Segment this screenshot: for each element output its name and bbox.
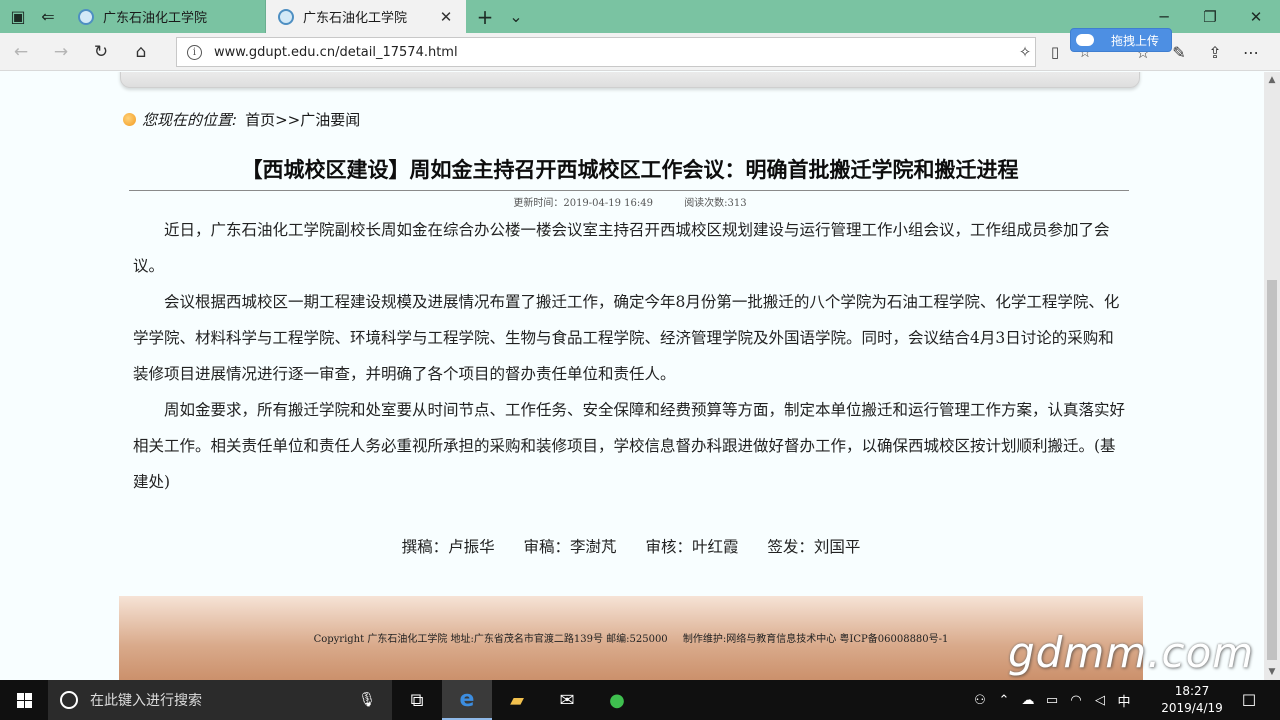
article-body: 近日，广东石油化工学院副校长周如金在综合办公楼一楼会议室主持召开西城校区规划建设… <box>133 212 1129 500</box>
task-view-icon[interactable]: ⧉ <box>392 680 442 720</box>
refresh-icon[interactable]: ↻ <box>86 37 116 67</box>
edge-browser-icon[interactable]: e <box>442 680 492 720</box>
windows-logo-icon <box>16 692 32 708</box>
cloud-upload-icon <box>1071 29 1099 51</box>
footer-maintainer: 制作维护:网络与教育信息技术中心 粤ICP备06008880号-1 <box>682 634 949 645</box>
update-time: 更新时间：2019-04-19 16:49 <box>513 198 653 209</box>
more-menu-icon[interactable]: ⋯ <box>1233 43 1269 62</box>
action-center-icon[interactable]: ☐ <box>1234 680 1264 720</box>
taskbar-search-box[interactable]: 在此键入进行搜索 🎙 <box>48 680 392 720</box>
tab-inactive[interactable]: 广东石油化工学院 <box>66 0 266 33</box>
tab-label: 广东石油化工学院 <box>103 11 208 26</box>
people-icon[interactable]: ⚇ <box>968 693 992 708</box>
tab-label: 广东石油化工学院 <box>303 11 408 26</box>
file-explorer-icon[interactable]: ▰ <box>492 680 542 720</box>
mail-icon[interactable]: ✉ <box>542 680 592 720</box>
upload-button-label: 拖拽上传 <box>1110 33 1159 48</box>
extension-icon[interactable]: ✧ <box>1010 43 1040 61</box>
forward-arrow-icon[interactable]: → <box>46 37 76 67</box>
reviewer: 审核：叶红霞 <box>645 538 739 556</box>
wifi-icon[interactable]: ◠ <box>1064 693 1088 708</box>
cortana-icon <box>60 691 78 709</box>
window-close-icon[interactable]: ✕ <box>1233 0 1279 33</box>
breadcrumb-path-link[interactable]: 首页>>广油要闻 <box>245 109 360 130</box>
view-count: 阅读次数:313 <box>684 198 747 209</box>
watermark: gdmm.com <box>1008 628 1255 677</box>
search-placeholder: 在此键入进行搜索 <box>90 693 202 709</box>
article-paragraph: 周如金要求，所有搬迁学院和处室要从时间节点、工作任务、安全保障和经费预算等方面，… <box>133 401 1126 491</box>
ime-indicator[interactable]: 中 <box>1112 691 1136 710</box>
location-dot-icon <box>123 112 136 126</box>
tab-list-chevron-icon[interactable]: ⌄ <box>502 0 530 33</box>
clock-date: 2019/4/19 <box>1161 701 1223 715</box>
site-footer: Copyright 广东石油化工学院 地址:广东省茂名市官渡二路139号 邮编:… <box>119 596 1143 680</box>
footer-copyright: Copyright 广东石油化工学院 地址:广东省茂名市官渡二路139号 邮编:… <box>313 634 668 645</box>
clock-time: 18:27 <box>1174 684 1210 698</box>
wechat-icon[interactable]: ● <box>592 680 642 720</box>
site-navigation-menu[interactable]: ▀▀▀▀▀▀▀▀▀▀▀▀▀▀▀▀▀▀▀▀▀▀▀▀▀▀▀▀▀▀▀▀▀▀▀▀▀▀ <box>120 72 1140 88</box>
windows-taskbar: 在此键入进行搜索 🎙 ⧉ e ▰ ✉ ● ⚇ ⌃ ☁ ▭ ◠ ◁ 中 18:27… <box>0 680 1280 720</box>
home-icon[interactable]: ⌂ <box>126 37 156 67</box>
start-button[interactable] <box>0 680 48 720</box>
tab-actions-icon[interactable]: ▣ <box>4 0 32 33</box>
volume-icon[interactable]: ◁ <box>1088 693 1112 708</box>
taskbar-clock[interactable]: 18:27 2019/4/19 <box>1152 683 1232 717</box>
set-tabs-aside-icon[interactable]: ⇐ <box>34 0 62 33</box>
system-tray: ⚇ ⌃ ☁ ▭ ◠ ◁ 中 <box>968 680 1136 720</box>
scroll-down-arrow-icon[interactable]: ▼ <box>1264 664 1280 680</box>
article-signoff: 撰稿：卢振华 审稿：李澍芃 审核：叶红霞 签发：刘国平 <box>133 535 1129 557</box>
site-info-icon[interactable]: i <box>187 44 202 60</box>
share-icon[interactable]: ⇪ <box>1197 43 1233 62</box>
site-favicon-icon <box>278 8 294 25</box>
scrollbar-thumb[interactable] <box>1267 280 1277 660</box>
back-arrow-icon[interactable]: ← <box>6 37 36 67</box>
microphone-icon[interactable]: 🎙 <box>358 692 376 708</box>
article-meta: 更新时间：2019-04-19 16:49 阅读次数:313 <box>130 194 1130 209</box>
article-title: 【西城校区建设】周如金主持召开西城校区工作会议：明确首批搬迁学院和搬迁进程 <box>241 157 1019 182</box>
tab-active[interactable]: 广东石油化工学院 ✕ <box>266 0 466 33</box>
page-scrollbar[interactable]: ▲ ▼ <box>1264 72 1280 680</box>
upload-button[interactable]: 拖拽上传 <box>1070 28 1172 52</box>
title-divider <box>129 190 1129 191</box>
reading-view-icon[interactable]: ▯ <box>1040 43 1070 61</box>
site-favicon-icon <box>78 8 94 25</box>
page-viewport: ▀▀▀▀▀▀▀▀▀▀▀▀▀▀▀▀▀▀▀▀▀▀▀▀▀▀▀▀▀▀▀▀▀▀▀▀▀▀ 您… <box>0 72 1264 680</box>
tab-close-icon[interactable]: ✕ <box>438 8 454 26</box>
breadcrumb: 您现在的位置: 首页>>广油要闻 <box>123 109 360 129</box>
writer: 撰稿：卢振华 <box>401 538 495 556</box>
show-hidden-icons-chevron-icon[interactable]: ⌃ <box>992 693 1016 708</box>
url-text: www.gdupt.edu.cn/detail_17574.html <box>214 44 458 60</box>
scroll-up-arrow-icon[interactable]: ▲ <box>1264 72 1280 88</box>
address-bar[interactable]: i www.gdupt.edu.cn/detail_17574.html <box>176 37 1036 67</box>
breadcrumb-label: 您现在的位置: <box>142 110 238 129</box>
battery-icon[interactable]: ▭ <box>1040 693 1064 708</box>
new-tab-button[interactable]: + <box>470 0 500 33</box>
issuer: 签发：刘国平 <box>767 538 861 556</box>
editor: 审稿：李澍芃 <box>523 538 617 556</box>
article-paragraph: 会议根据西城校区一期工程建设规模及进展情况布置了搬迁工作，确定今年8月份第一批搬… <box>133 293 1120 383</box>
article-paragraph: 近日，广东石油化工学院副校长周如金在综合办公楼一楼会议室主持召开西城校区规划建设… <box>133 221 1110 275</box>
onedrive-cloud-icon[interactable]: ☁ <box>1016 693 1040 708</box>
restore-icon[interactable]: ❐ <box>1187 0 1233 33</box>
